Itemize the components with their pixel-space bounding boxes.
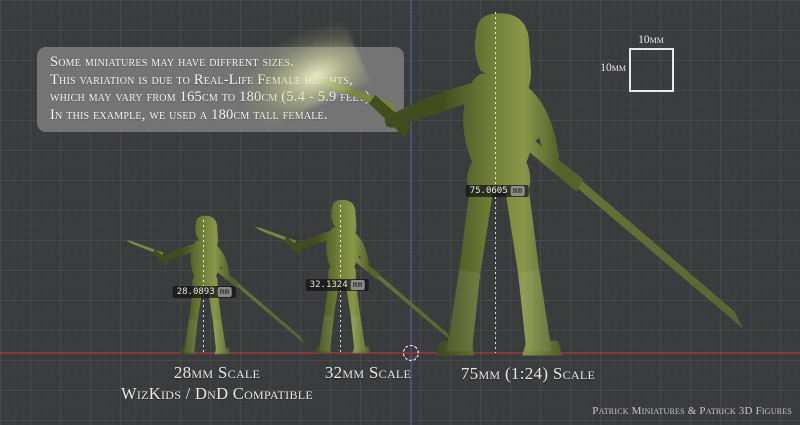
reference-square-top-label: 10mm <box>638 34 664 46</box>
measurement-unit: mm <box>511 186 525 196</box>
measure-ruler-75mm <box>495 12 496 353</box>
measurement-unit: mm <box>218 287 232 297</box>
scale-sublabel-28mm: WizKids / DnD Compatible <box>121 384 313 404</box>
scale-label-28mm: 28mm Scale <box>174 363 260 383</box>
measurement-value: 75.0605 <box>470 186 508 196</box>
cursor-3d-icon <box>403 345 418 360</box>
reference-square-side-label: 10mm <box>600 62 626 74</box>
scale-label-32mm: 32mm Scale <box>325 363 411 383</box>
measurement-value: 28.0893 <box>177 287 215 297</box>
brand-credit: Patrick Miniatures & Patrick 3D Figures <box>592 405 792 417</box>
scale-label-75mm: 75mm (1:24) Scale <box>461 364 595 384</box>
measurement-label-75mm: 75.0605 mm <box>466 185 529 197</box>
reference-square-10mm <box>629 48 674 92</box>
measurement-value: 32.1324 <box>310 280 348 290</box>
measurement-label-28mm: 28.0893 mm <box>173 286 236 298</box>
viewport-3d[interactable]: Some miniatures may have diffrent sizes.… <box>0 0 800 425</box>
measurement-label-32mm: 32.1324 mm <box>306 279 369 291</box>
measurement-unit: mm <box>351 280 365 290</box>
